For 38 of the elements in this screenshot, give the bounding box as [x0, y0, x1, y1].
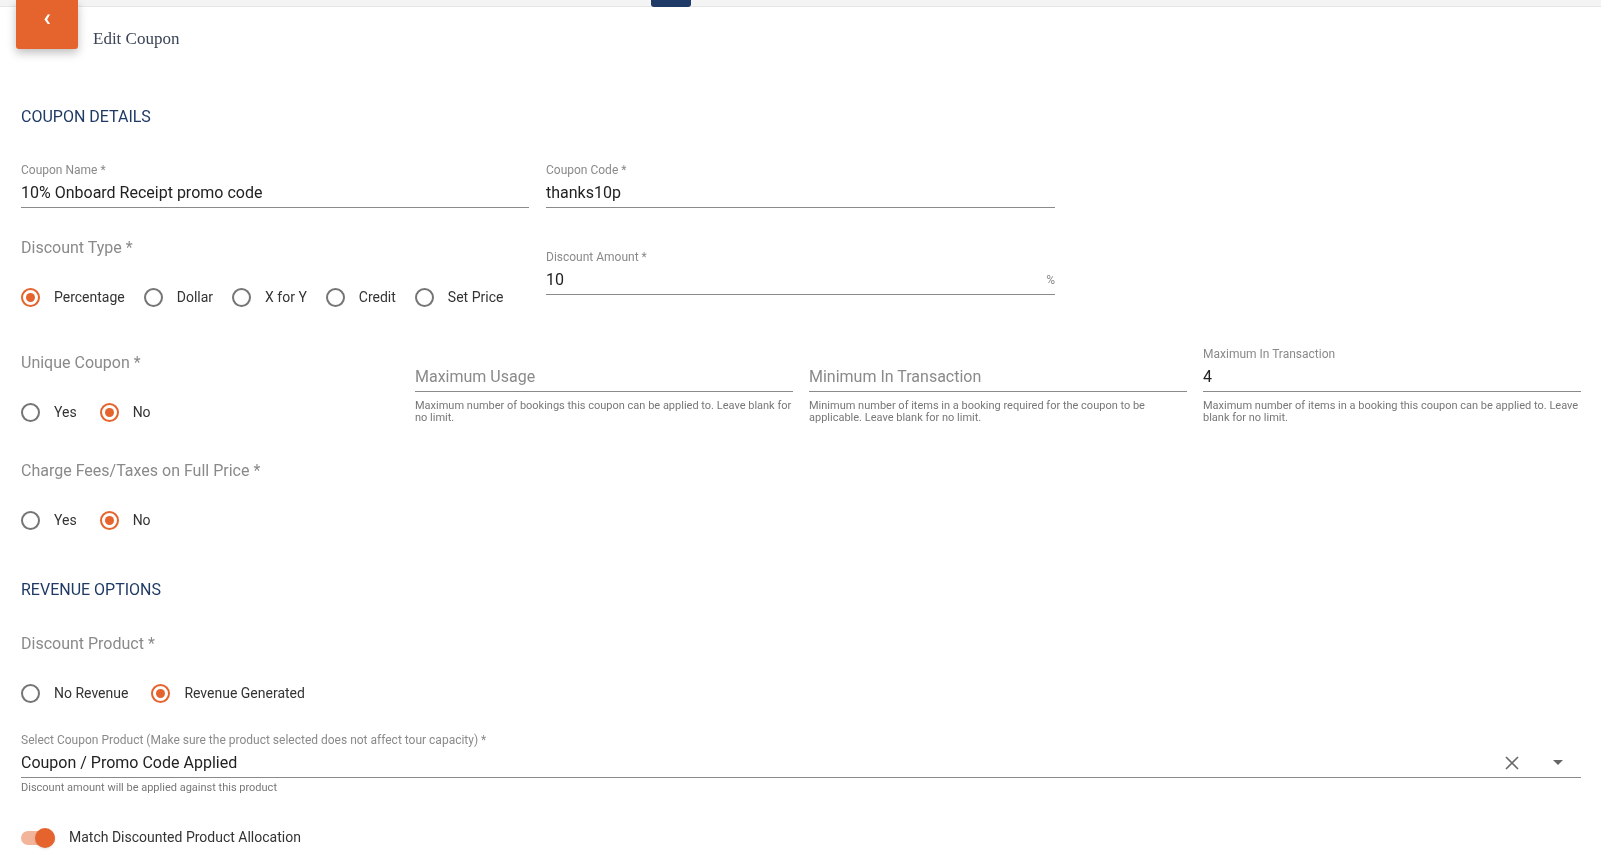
- input-field[interactable]: 10% Onboard Receipt promo code: [21, 178, 529, 208]
- radio-option[interactable]: Yes: [21, 402, 77, 423]
- close-icon[interactable]: [1505, 755, 1519, 770]
- input-field[interactable]: Maximum Usage: [415, 362, 793, 392]
- radio-option[interactable]: Revenue Generated: [151, 683, 305, 704]
- section-heading: COUPON DETAILS: [21, 107, 152, 127]
- page-title: Edit Coupon: [93, 28, 180, 51]
- group-label: Unique Coupon *: [21, 353, 142, 373]
- field-label: Discount Amount *: [546, 250, 647, 264]
- radio-option[interactable]: No Revenue: [21, 683, 129, 704]
- radio-option[interactable]: Set Price: [414, 287, 504, 308]
- field-label: Coupon Code *: [546, 163, 627, 177]
- radio-option[interactable]: Credit: [325, 287, 396, 308]
- radio-option[interactable]: No: [99, 402, 151, 423]
- radio-option[interactable]: Yes: [21, 510, 77, 531]
- suffix: %: [1046, 271, 1055, 289]
- radio-option[interactable]: Percentage: [21, 287, 125, 308]
- field-label: Select Coupon Product (Make sure the product selected does not affect tour capacity) *: [21, 732, 488, 748]
- toggle-switch[interactable]: [21, 830, 55, 845]
- select-field[interactable]: Coupon / Promo Code Applied: [21, 748, 1581, 778]
- field-label: Maximum In Transaction: [1203, 347, 1336, 361]
- helper-text: Discount amount will be applied against this product: [21, 781, 278, 795]
- toggle-label: Match Discounted Product Allocation: [69, 828, 301, 847]
- radio-option[interactable]: Dollar: [143, 287, 214, 308]
- radio-option[interactable]: No: [99, 510, 151, 531]
- group-label: Discount Product *: [21, 634, 156, 654]
- helper-text: Maximum number of bookings this coupon can be applied to. Leave blank for no limit.: [415, 400, 793, 424]
- group-label: Discount Type *: [21, 238, 134, 258]
- group-label: Charge Fees/Taxes on Full Price *: [21, 461, 262, 481]
- input-field[interactable]: thanks10p: [546, 178, 1055, 208]
- radio-option[interactable]: X for Y: [232, 287, 307, 308]
- field-label: Coupon Name *: [21, 163, 106, 177]
- helper-text: Maximum number of items in a booking this coupon can be applied to. Leave blank for no limit.: [1203, 400, 1580, 424]
- input-field[interactable]: 10 %: [546, 265, 1055, 295]
- input-field[interactable]: 4: [1203, 362, 1581, 392]
- section-heading: REVENUE OPTIONS: [21, 580, 162, 600]
- helper-text: Minimum number of items in a booking required for the coupon to be applicable. Leave blank for no limit.: [809, 400, 1146, 424]
- caret-icon[interactable]: [1553, 760, 1563, 765]
